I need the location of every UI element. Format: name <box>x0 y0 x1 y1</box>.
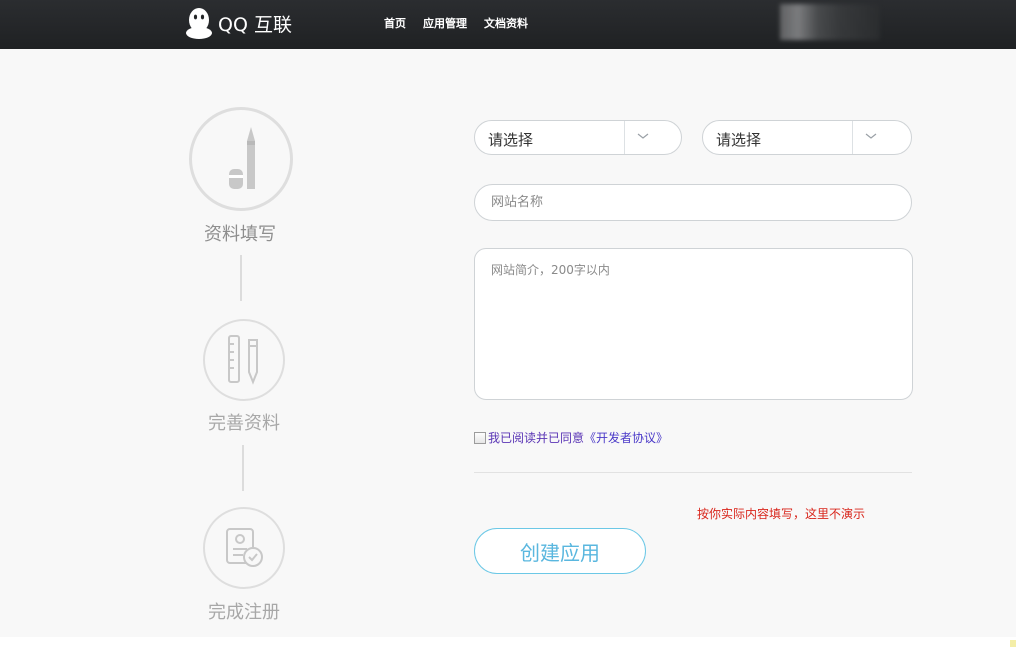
page-footer-strip <box>0 637 1016 647</box>
annotation-note: 按你实际内容填写，这里不演示 <box>697 507 866 521</box>
step-connector <box>240 255 242 301</box>
nav-item-docs[interactable]: 文档资料 <box>484 15 528 31</box>
document-check-icon <box>226 528 263 567</box>
registration-panel: 资料填写 完善资料 完成注册 请选择 请选择 网站名称 网站简介，200字以内 … <box>0 49 1016 637</box>
site-description-textarea[interactable] <box>474 248 913 400</box>
pen-eraser-icon <box>229 127 255 189</box>
top-navigation-bar: QQ 互联 首页 应用管理 文档资料 <box>0 0 1016 49</box>
category-select-1[interactable]: 请选择 <box>474 120 682 155</box>
agreement-checkbox[interactable] <box>474 431 486 444</box>
site-name-input[interactable] <box>474 184 912 221</box>
category-select-2[interactable]: 请选择 <box>702 120 912 155</box>
qq-penguin-icon <box>186 8 212 39</box>
user-account-area[interactable] <box>780 4 880 40</box>
step-2-label: 完善资料 <box>208 413 280 434</box>
step-connector <box>242 445 244 491</box>
select-divider <box>852 121 853 154</box>
logo-text: QQ 互联 <box>218 13 292 36</box>
nav-item-app-management[interactable]: 应用管理 <box>423 15 467 31</box>
step-3-label: 完成注册 <box>208 602 280 623</box>
select-value: 请选择 <box>716 131 762 149</box>
chevron-down-icon[interactable] <box>864 131 878 141</box>
agreement-row: 我已阅读并已同意 《开发者协议》 <box>474 429 668 446</box>
logo[interactable]: QQ 互联 <box>184 6 292 40</box>
divider <box>474 472 912 473</box>
select-divider <box>624 121 625 154</box>
step-1-circle <box>189 107 293 211</box>
nav-item-home[interactable]: 首页 <box>384 15 406 31</box>
step-2-circle <box>203 319 285 401</box>
step-1-label: 资料填写 <box>204 224 276 245</box>
ruler-pencil-icon <box>228 335 258 385</box>
main-nav: 首页 应用管理 文档资料 <box>384 15 545 31</box>
chevron-down-icon[interactable] <box>636 131 650 141</box>
step-3-circle <box>203 507 285 589</box>
agreement-text[interactable]: 我已阅读并已同意 <box>488 429 584 446</box>
corner-mark <box>1010 640 1016 647</box>
developer-agreement-link[interactable]: 《开发者协议》 <box>584 429 668 446</box>
select-value: 请选择 <box>488 131 534 149</box>
create-app-button[interactable]: 创建应用 <box>474 528 646 574</box>
